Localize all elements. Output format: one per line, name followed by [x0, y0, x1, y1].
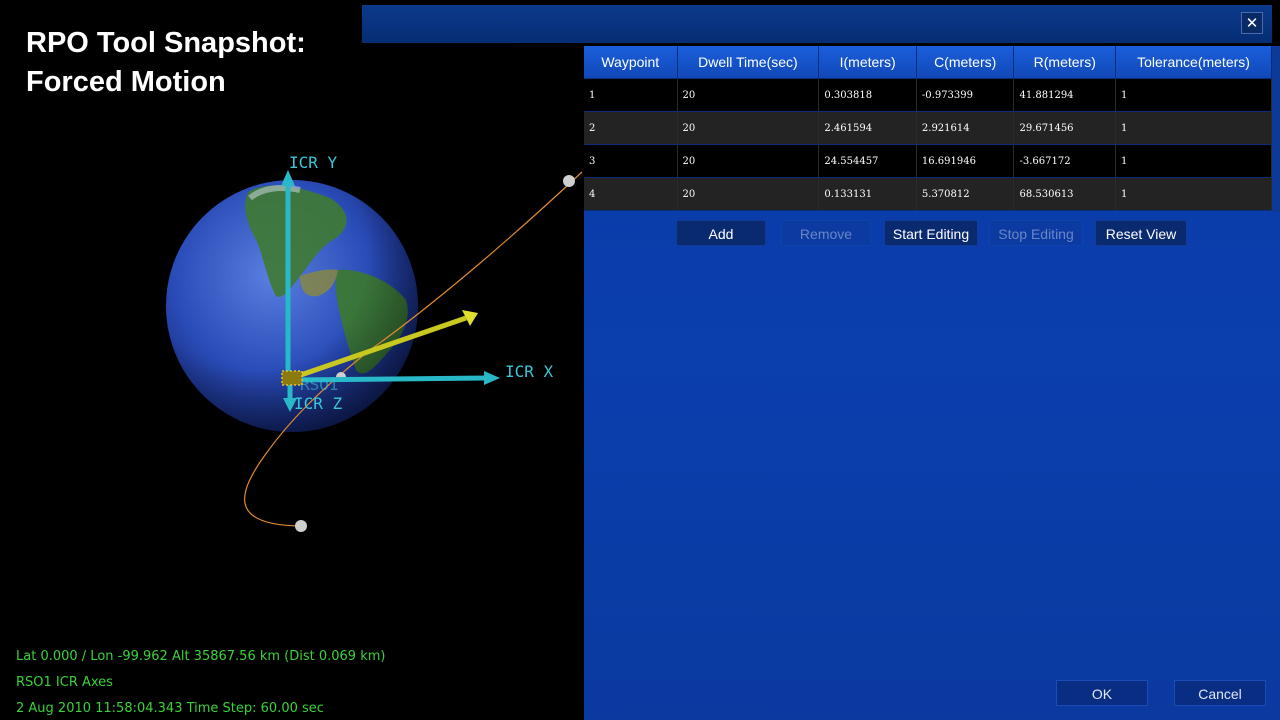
- waypoint-marker[interactable]: [295, 520, 307, 532]
- table-cell[interactable]: 2.461594: [818, 111, 917, 145]
- table-cell[interactable]: 20: [677, 111, 820, 145]
- time-readout: 2 Aug 2010 11:58:04.343 Time Step: 60.00…: [16, 701, 324, 716]
- rso1-label: RSO1: [300, 375, 339, 394]
- snapshot-title: RPO Tool Snapshot: Forced Motion: [26, 24, 306, 102]
- column-header-dwell-time[interactable]: Dwell Time(sec): [677, 46, 820, 79]
- waypoint-dialog: Waypoint Dwell Time(sec) I(meters) C(met…: [584, 46, 1280, 720]
- table-cell[interactable]: 5.370812: [916, 177, 1015, 211]
- table-cell[interactable]: 68.530613: [1013, 177, 1117, 211]
- table-header-row: Waypoint Dwell Time(sec) I(meters) C(met…: [584, 46, 1272, 79]
- snapshot-title-line1: RPO Tool Snapshot:: [26, 27, 306, 59]
- column-header-tolerance[interactable]: Tolerance(meters): [1115, 46, 1272, 79]
- satellite-icon[interactable]: [281, 370, 303, 386]
- cancel-button[interactable]: Cancel: [1174, 680, 1266, 706]
- table-cell[interactable]: 1: [1115, 144, 1272, 178]
- table-row[interactable]: 1 20 0.303818 -0.973399 41.881294 1: [584, 78, 1272, 112]
- reset-view-button[interactable]: Reset View: [1095, 220, 1187, 246]
- column-header-waypoint[interactable]: Waypoint: [584, 46, 678, 79]
- table-cell[interactable]: 1: [1115, 177, 1272, 211]
- table-row[interactable]: 2 20 2.461594 2.921614 29.671456 1: [584, 111, 1272, 145]
- snapshot-title-line2: Forced Motion: [26, 66, 226, 98]
- table-cell[interactable]: 1: [1115, 111, 1272, 145]
- scene-canvas[interactable]: ICR Y ICR X ICR Z RSO1: [0, 0, 584, 720]
- table-cell[interactable]: 20: [677, 78, 820, 112]
- table-scrollbar[interactable]: [1272, 46, 1280, 212]
- table-cell[interactable]: 29.671456: [1013, 111, 1117, 145]
- table-cell[interactable]: -0.973399: [916, 78, 1015, 112]
- remove-button[interactable]: Remove: [781, 220, 871, 246]
- table-cell[interactable]: 24.554457: [818, 144, 917, 178]
- add-button[interactable]: Add: [676, 220, 766, 246]
- table-cell[interactable]: 0.303818: [818, 78, 917, 112]
- table-cell[interactable]: 1: [584, 78, 678, 112]
- table-cell[interactable]: 1: [1115, 78, 1272, 112]
- column-header-i[interactable]: I(meters): [818, 46, 917, 79]
- ok-button[interactable]: OK: [1056, 680, 1148, 706]
- start-editing-button[interactable]: Start Editing: [884, 220, 978, 246]
- table-cell[interactable]: -3.667172: [1013, 144, 1117, 178]
- table-cell[interactable]: 4: [584, 177, 678, 211]
- table-cell[interactable]: 3: [584, 144, 678, 178]
- stop-editing-button[interactable]: Stop Editing: [989, 220, 1083, 246]
- table-cell[interactable]: 0.133131: [818, 177, 917, 211]
- table-row[interactable]: 3 20 24.554457 16.691946 -3.667172 1: [584, 144, 1272, 178]
- column-header-r[interactable]: R(meters): [1013, 46, 1117, 79]
- table-cell[interactable]: 20: [677, 144, 820, 178]
- table-cell[interactable]: 2.921614: [916, 111, 1015, 145]
- position-readout: Lat 0.000 / Lon -99.962 Alt 35867.56 km …: [16, 649, 386, 664]
- column-header-c[interactable]: C(meters): [916, 46, 1015, 79]
- dialog-titlebar[interactable]: [362, 5, 1272, 43]
- table-row[interactable]: 4 20 0.133131 5.370812 68.530613 1: [584, 177, 1272, 211]
- waypoint-marker[interactable]: [563, 175, 575, 187]
- 3d-viewport[interactable]: ICR Y ICR X ICR Z RSO1 RPO Tool Snapshot…: [0, 0, 584, 720]
- icr-y-label: ICR Y: [289, 153, 338, 172]
- icr-z-label: ICR Z: [294, 394, 343, 413]
- frame-readout: RSO1 ICR Axes: [16, 675, 113, 690]
- close-button[interactable]: ✕: [1241, 12, 1263, 34]
- table-cell[interactable]: 2: [584, 111, 678, 145]
- table-cell[interactable]: 41.881294: [1013, 78, 1117, 112]
- table-cell[interactable]: 20: [677, 177, 820, 211]
- table-cell[interactable]: 16.691946: [916, 144, 1015, 178]
- icr-x-label: ICR X: [505, 362, 554, 381]
- waypoint-table: Waypoint Dwell Time(sec) I(meters) C(met…: [584, 46, 1272, 211]
